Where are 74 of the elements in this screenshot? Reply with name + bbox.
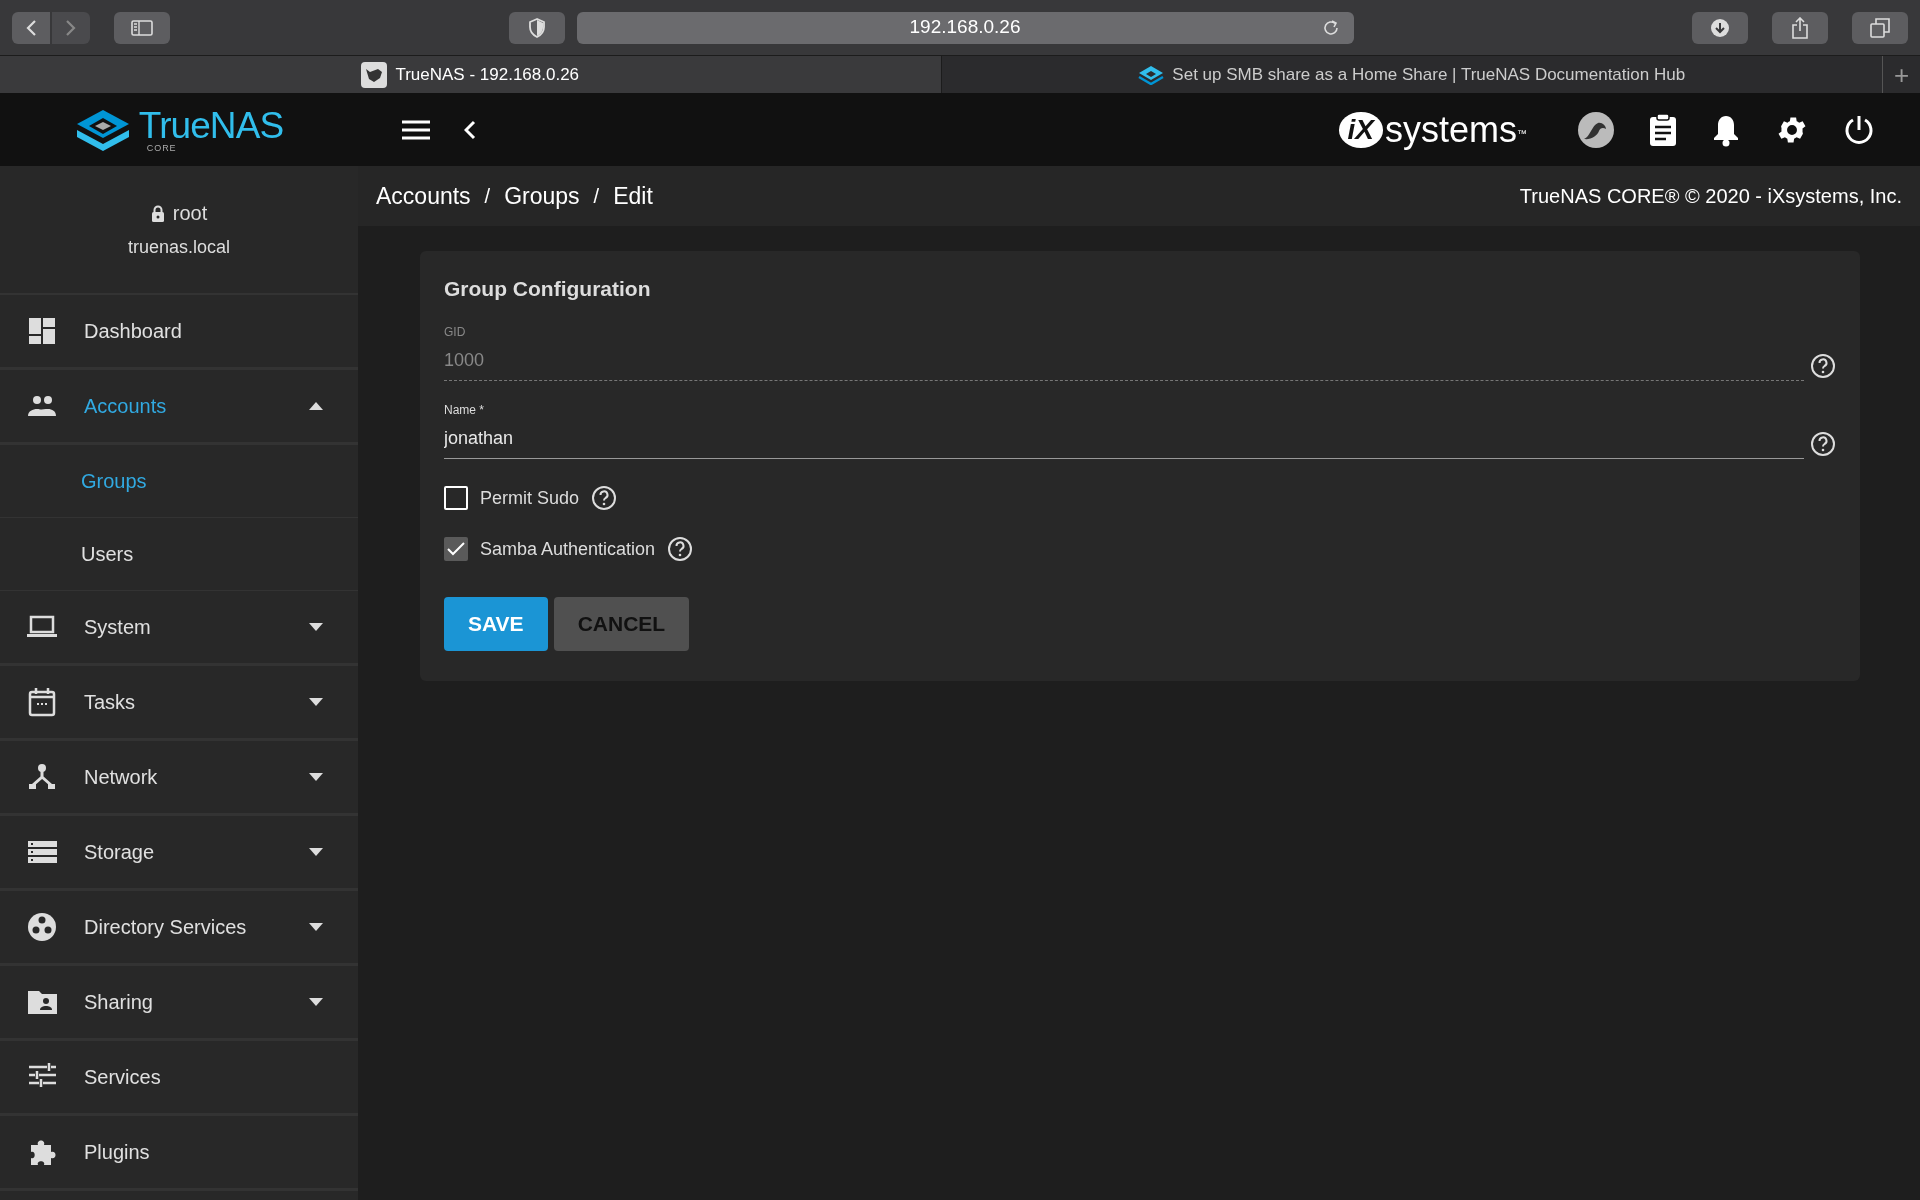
sidebar-item[interactable]: Sharing (0, 966, 358, 1041)
help-icon (1810, 430, 1836, 457)
username: root (172, 201, 208, 226)
sidebar-item[interactable]: Directory Services (0, 891, 358, 966)
clipboard-icon[interactable] (1649, 112, 1677, 147)
caret-down-icon (309, 848, 323, 856)
caret-down-icon (309, 623, 323, 631)
caret-down-icon (309, 998, 323, 1006)
sidebar-subitem[interactable]: Users (0, 518, 358, 591)
calendar-icon (27, 687, 57, 717)
lock-icon (150, 204, 165, 222)
browser-tab[interactable]: TrueNAS - 192.168.0.26 (0, 56, 941, 93)
reload-icon[interactable] (1321, 18, 1340, 37)
sidebar-item[interactable]: Network (0, 741, 358, 816)
caret-down-icon (309, 773, 323, 781)
copyright-text: TrueNAS CORE® © 2020 - iXsystems, Inc. (1519, 184, 1902, 209)
shield-icon (528, 17, 545, 38)
field-label: GID (444, 323, 467, 341)
address-text: 192.168.0.26 (909, 15, 1021, 40)
form-title: Group Configuration (444, 276, 652, 302)
vendor-logo: iX systems™ (1338, 111, 1527, 148)
tab-favicon-icon (361, 61, 388, 88)
sidebar-item[interactable]: Tasks (0, 666, 358, 741)
back-button[interactable] (12, 11, 50, 44)
text-field: 1000 (444, 346, 1804, 381)
help-icon (591, 485, 618, 511)
breadcrumb-separator: / (484, 184, 491, 209)
sidebar-item[interactable]: Accounts (0, 370, 358, 445)
forward-icon (65, 18, 77, 37)
caret-up-icon (309, 402, 323, 410)
tabs-icon (1870, 17, 1890, 38)
dashboard-icon (27, 316, 57, 346)
network-icon (27, 762, 57, 792)
sidebar-item[interactable]: Services (0, 1041, 358, 1116)
swoosh-icon[interactable] (1577, 110, 1615, 149)
caret-down-icon (309, 698, 323, 706)
logo-edition: CORE (146, 143, 177, 153)
checkbox-label: Permit Sudo (480, 486, 580, 510)
field-label: Name * (444, 401, 485, 419)
sidebar-item[interactable]: Dashboard (0, 295, 358, 370)
help-icon (1810, 352, 1836, 379)
breadcrumb-link[interactable]: Groups (504, 178, 580, 214)
chevron-left-icon (464, 119, 476, 140)
caret-down-icon (309, 923, 323, 931)
breadcrumb-link[interactable]: Accounts (376, 178, 471, 214)
back-icon (25, 18, 37, 37)
breadcrumb-current: Edit (613, 181, 653, 211)
address-bar[interactable]: 192.168.0.26 (576, 11, 1354, 44)
sidebar-toggle-button[interactable] (114, 11, 170, 44)
menu-icon (402, 119, 430, 140)
tabs-overview-button[interactable] (1852, 11, 1908, 44)
checkmark-icon (447, 542, 465, 556)
sidebar-item[interactable]: System (0, 591, 358, 666)
power-icon[interactable] (1843, 113, 1875, 146)
hostname: truenas.local (127, 236, 231, 259)
breadcrumb-separator: / (593, 184, 600, 209)
sidebar-subitem[interactable]: Groups (0, 445, 358, 518)
logo-icon (74, 107, 131, 152)
checkbox[interactable] (444, 537, 468, 561)
sidebar-item[interactable]: Plugins (0, 1116, 358, 1191)
sidebar-icon (131, 19, 153, 36)
share-icon (1791, 16, 1809, 39)
downloads-button[interactable] (1692, 11, 1748, 44)
circles-icon (27, 912, 57, 942)
tab-favicon-icon (1138, 64, 1165, 85)
share-button[interactable] (1772, 11, 1828, 44)
sidebar-item[interactable]: Storage (0, 816, 358, 891)
logo-wordmark: TrueNAS (138, 106, 284, 144)
help-icon (667, 536, 694, 562)
download-icon (1710, 17, 1730, 38)
checkbox[interactable] (444, 486, 468, 510)
text-field[interactable]: jonathan (444, 424, 1804, 459)
privacy-button[interactable] (508, 11, 565, 44)
checkbox-label: Samba Authentication (480, 537, 656, 561)
